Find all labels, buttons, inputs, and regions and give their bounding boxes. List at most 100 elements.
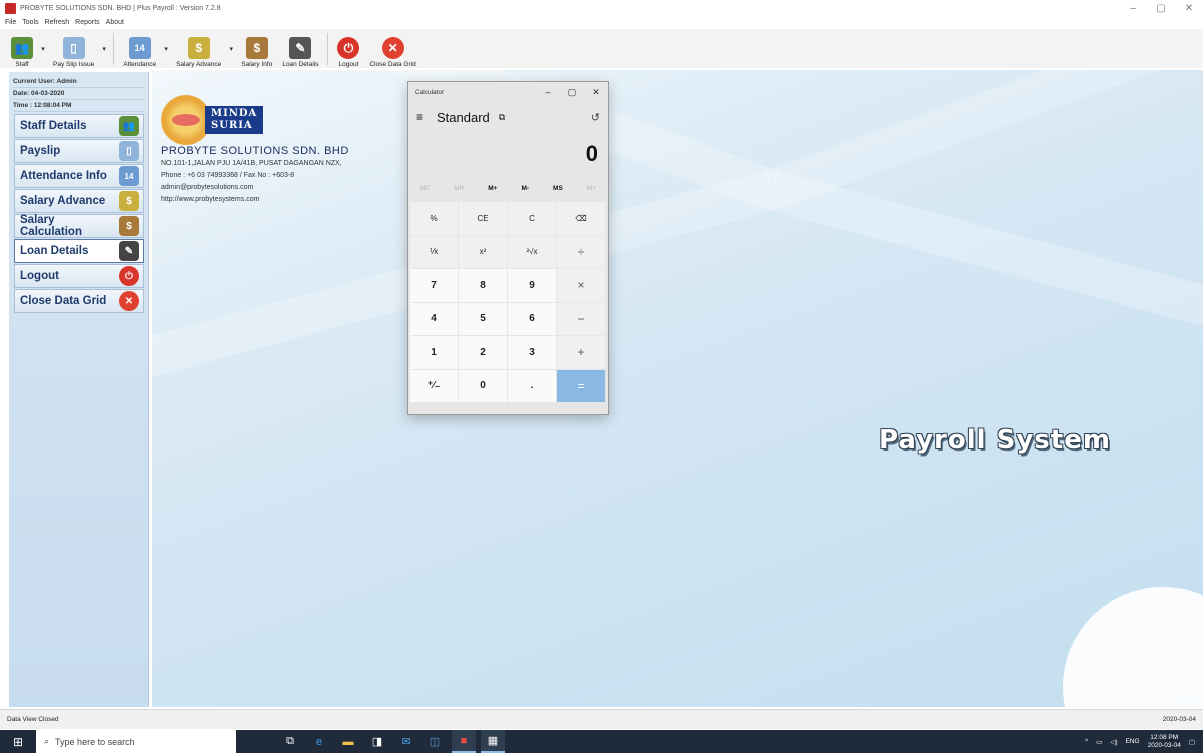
ms-button[interactable]: MS <box>553 185 563 192</box>
nav-item-payslip[interactable]: Payslip ▯ <box>14 139 144 163</box>
m-plus-button[interactable]: M+ <box>488 185 497 192</box>
menu-refresh[interactable]: Refresh <box>45 19 70 26</box>
edge-browser-icon[interactable]: e <box>307 730 331 753</box>
taskbar-search[interactable]: ⌕ Type here to search <box>36 730 236 753</box>
input-language[interactable]: ENG <box>1126 738 1140 745</box>
taskbar-apps: ⧉ e ▬ ◨ ✉ ◫ ■ ▦ <box>278 730 505 753</box>
toolbar-salary-info-label: Salary Info <box>241 61 273 68</box>
multiply-key[interactable]: × <box>557 269 605 302</box>
nav-item-attendance-info[interactable]: Attendance Info 14 <box>14 164 144 188</box>
nav-item-logout[interactable]: Logout ⏻ <box>14 264 144 288</box>
menu-file[interactable]: File <box>5 19 16 26</box>
nav-item-salary-advance[interactable]: Salary Advance $ <box>14 189 144 213</box>
calculator-minimize-button[interactable]: – <box>536 87 560 98</box>
toolbar-payslip-button[interactable]: ▯ Pay Slip Issue <box>48 30 99 68</box>
nav-item-salary-calculation[interactable]: Salary Calculation $ <box>14 214 144 238</box>
digit-6-key[interactable]: 6 <box>508 302 556 335</box>
menu-reports[interactable]: Reports <box>75 19 100 26</box>
payroll-system-banner: Payroll System <box>879 425 1111 455</box>
history-icon[interactable]: ↺ <box>591 111 600 124</box>
toolbar-salary-advance-button[interactable]: $ Salary Advance <box>171 30 226 68</box>
square-key[interactable]: x² <box>459 235 507 268</box>
maximize-button[interactable]: ▢ <box>1147 0 1175 22</box>
company-name: PROBYTE SOLUTIONS SDN. BHD <box>161 145 349 157</box>
toolbar-staff-button[interactable]: 👥 Staff <box>6 30 38 68</box>
taskbar-clock[interactable]: 12:08 PM 2020-03-04 <box>1148 734 1181 750</box>
toolbar-attendance-label: Attendance <box>123 61 157 68</box>
nav-label: Payslip <box>20 145 61 157</box>
digit-7-key[interactable]: 7 <box>410 269 458 302</box>
calendar-icon: 14 <box>128 37 151 59</box>
backspace-key[interactable]: ⌫ <box>557 202 605 235</box>
start-button[interactable]: ⊞ <box>0 730 36 753</box>
digit-5-key[interactable]: 5 <box>459 302 507 335</box>
calculator-maximize-button[interactable]: ▢ <box>560 87 584 98</box>
moneybag-icon: $ <box>119 216 139 236</box>
payroll-app-icon[interactable]: ■ <box>452 730 476 753</box>
file-explorer-icon[interactable]: ▬ <box>336 730 360 753</box>
mail-icon[interactable]: ✉ <box>394 730 418 753</box>
windows-logo-icon: ⊞ <box>12 734 24 749</box>
menu-about[interactable]: About <box>106 19 124 26</box>
memory-list-button[interactable]: M˅ <box>587 185 596 192</box>
hamburger-menu-icon[interactable]: ≡ <box>416 110 432 124</box>
toolbar-loan-details-button[interactable]: ✎ Loan Details <box>277 30 323 68</box>
calendar-icon: 14 <box>119 166 139 186</box>
toolbar-salary-info-button[interactable]: $ Salary Info <box>236 30 277 68</box>
negate-key[interactable]: ⁺∕₋ <box>410 369 458 402</box>
close-window-button[interactable]: ✕ <box>1175 0 1203 22</box>
calculator-app-icon[interactable]: ▦ <box>481 730 505 753</box>
attendance-dropdown-arrow[interactable]: ▾ <box>161 30 171 68</box>
subtract-key[interactable]: − <box>557 302 605 335</box>
mr-button[interactable]: MR <box>454 185 464 192</box>
add-key[interactable]: + <box>557 336 605 369</box>
digit-1-key[interactable]: 1 <box>410 336 458 369</box>
app-icon <box>5 2 16 14</box>
toolbar-logout-label: Logout <box>338 61 359 68</box>
calculator-mode-bar: ≡ Standard ⧉ ↺ <box>408 102 608 132</box>
m-minus-button[interactable]: M- <box>521 185 529 192</box>
payslip-dropdown-arrow[interactable]: ▾ <box>99 30 109 68</box>
digit-0-key[interactable]: 0 <box>459 369 507 402</box>
toolbar-close-data-grid-button[interactable]: ✕ Close Data Grid <box>364 30 420 68</box>
store-icon[interactable]: ◨ <box>365 730 389 753</box>
chevron-up-icon[interactable]: ^ <box>1085 738 1088 745</box>
network-icon[interactable]: ▭ <box>1096 738 1102 746</box>
power-icon: ⏻ <box>119 266 139 286</box>
digit-2-key[interactable]: 2 <box>459 336 507 369</box>
menu-tools[interactable]: Tools <box>22 19 38 26</box>
task-view-icon[interactable]: ⧉ <box>278 730 302 753</box>
square-root-key[interactable]: ²√x <box>508 235 556 268</box>
company-info: PROBYTE SOLUTIONS SDN. BHD NO.101-1,JALA… <box>161 145 349 206</box>
nav-list: Staff Details 👥 Payslip ▯ Attendance Inf… <box>9 114 148 313</box>
toolbar-attendance-button[interactable]: 14 Attendance <box>118 30 161 68</box>
clear-key[interactable]: C <box>508 202 556 235</box>
reciprocal-key[interactable]: ⅟x <box>410 235 458 268</box>
salary-advance-dropdown-arrow[interactable]: ▾ <box>226 30 236 68</box>
volume-icon[interactable]: ◁) <box>1110 738 1117 746</box>
mc-button[interactable]: MC <box>420 185 430 192</box>
keep-on-top-icon[interactable]: ⧉ <box>499 112 505 123</box>
notification-icon[interactable]: ▢ <box>1189 738 1195 746</box>
equals-key[interactable]: = <box>557 369 605 402</box>
toolbar-logout-button[interactable]: ⏻ Logout <box>332 30 364 68</box>
digit-9-key[interactable]: 9 <box>508 269 556 302</box>
digit-3-key[interactable]: 3 <box>508 336 556 369</box>
decimal-key[interactable]: . <box>508 369 556 402</box>
window-title: PROBYTE SOLUTIONS SDN. BHD | Plus Payrol… <box>20 4 221 12</box>
digit-8-key[interactable]: 8 <box>459 269 507 302</box>
toolbar-loan-details-label: Loan Details <box>282 61 319 68</box>
app-window-icon[interactable]: ◫ <box>423 730 447 753</box>
calculator-close-button[interactable]: ✕ <box>584 87 608 98</box>
nav-item-loan-details[interactable]: Loan Details ✎ <box>14 239 144 263</box>
nav-item-close-data-grid[interactable]: Close Data Grid ✕ <box>14 289 144 313</box>
minimize-button[interactable]: – <box>1119 0 1147 22</box>
digit-4-key[interactable]: 4 <box>410 302 458 335</box>
staff-dropdown-arrow[interactable]: ▾ <box>38 30 48 68</box>
nav-item-staff-details[interactable]: Staff Details 👥 <box>14 114 144 138</box>
toolbar-close-data-grid-label: Close Data Grid <box>369 61 416 68</box>
percent-key[interactable]: % <box>410 202 458 235</box>
divide-key[interactable]: ÷ <box>557 235 605 268</box>
clear-entry-key[interactable]: CE <box>459 202 507 235</box>
nav-label: Close Data Grid <box>20 295 107 307</box>
